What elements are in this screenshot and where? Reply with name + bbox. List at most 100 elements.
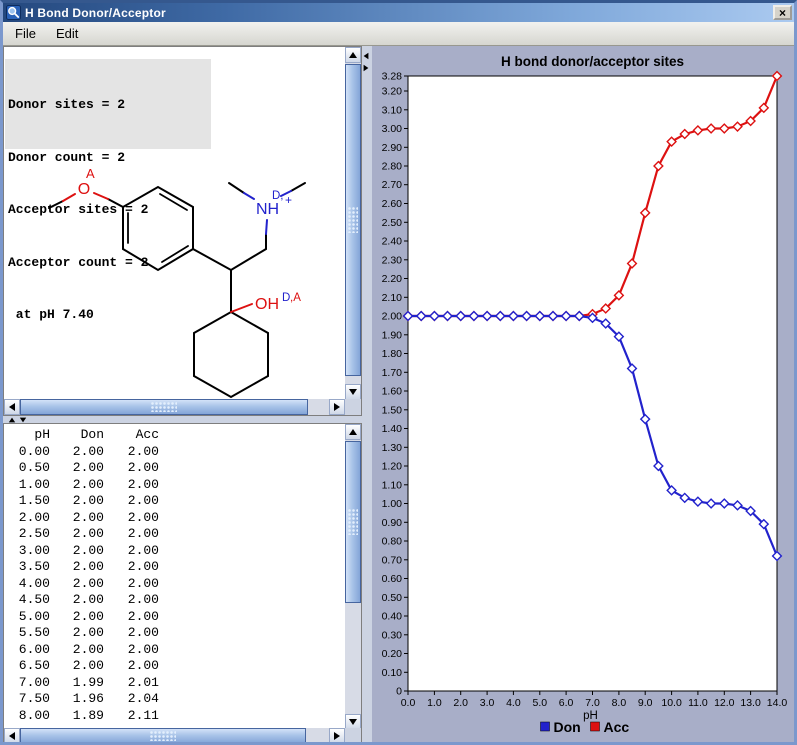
svg-text:11.0: 11.0 — [688, 697, 708, 709]
svg-text:Acc: Acc — [604, 719, 630, 735]
window-title: H Bond Donor/Acceptor — [25, 6, 773, 20]
svg-text:0.90: 0.90 — [382, 517, 403, 529]
hydroxyl-label: OH — [255, 296, 279, 313]
table-cell: 8.00 — [4, 708, 50, 725]
info-line-donor-count: Donor count = 2 — [8, 149, 211, 167]
svg-text:6.0: 6.0 — [559, 697, 574, 709]
svg-text:1.0: 1.0 — [427, 697, 442, 709]
thumb-grip — [348, 509, 358, 535]
split-collapse-up-arrow[interactable] — [9, 418, 15, 423]
table-row: 0.002.002.00 — [4, 444, 347, 461]
table-cell: 2.00 — [104, 526, 159, 543]
table-cell: 2.50 — [4, 526, 50, 543]
table-cell: 1.50 — [4, 493, 50, 510]
table-cell: 2.00 — [104, 493, 159, 510]
molecule-panel: A O NH D, + OH D ,A Donor sites = 2 Dono… — [3, 46, 362, 416]
split-collapse-right-arrow[interactable] — [364, 65, 369, 71]
table-row: 5.002.002.00 — [4, 609, 347, 626]
thumb-grip — [151, 402, 177, 412]
scrollbar-thumb[interactable] — [20, 399, 308, 415]
table-cell: 2.00 — [104, 642, 159, 659]
svg-text:2.30: 2.30 — [382, 254, 403, 266]
table-cell: 3.50 — [4, 559, 50, 576]
split-collapse-left-arrow[interactable] — [364, 53, 369, 59]
table-cell: 2.00 — [104, 444, 159, 461]
table-cell: 2.00 — [50, 559, 104, 576]
split-collapse-down-arrow[interactable] — [20, 418, 26, 423]
right-arrow-icon — [334, 732, 340, 740]
table-rows: 0.002.002.000.502.002.001.002.002.001.50… — [4, 444, 347, 725]
scroll-up-button[interactable] — [345, 47, 361, 63]
table-cell: 2.00 — [50, 576, 104, 593]
table-row: 4.502.002.00 — [4, 592, 347, 609]
svg-text:1.80: 1.80 — [382, 348, 403, 360]
svg-text:2.20: 2.20 — [382, 273, 403, 285]
info-line-acceptor-count: Acceptor count = 2 — [8, 254, 211, 272]
table-cell: 2.00 — [50, 510, 104, 527]
scroll-right-button[interactable] — [329, 399, 345, 415]
down-arrow-icon — [349, 719, 357, 725]
table-cell: 2.00 — [104, 559, 159, 576]
table-cell: 1.99 — [50, 675, 104, 692]
chart-svg: H bond donor/acceptor sites3.283.203.103… — [372, 46, 794, 745]
horizontal-split-divider[interactable] — [3, 416, 362, 423]
table-cell: 2.00 — [50, 526, 104, 543]
amine-label: NH — [256, 201, 279, 218]
close-button[interactable]: × — [773, 5, 792, 20]
scrollbar-thumb[interactable] — [345, 441, 361, 603]
table-cell: 7.00 — [4, 675, 50, 692]
table-row: 4.002.002.00 — [4, 576, 347, 593]
table-row: 2.502.002.00 — [4, 526, 347, 543]
info-line-donor-sites: Donor sites = 2 — [8, 96, 211, 114]
table-row: 1.002.002.00 — [4, 477, 347, 494]
table-row: 6.502.002.00 — [4, 658, 347, 675]
table-row: 6.002.002.00 — [4, 642, 347, 659]
table-cell: 2.00 — [104, 460, 159, 477]
table-row: 3.002.002.00 — [4, 543, 347, 560]
right-arrow-icon — [334, 403, 340, 411]
scroll-down-button[interactable] — [345, 384, 361, 400]
table-cell: 2.00 — [104, 609, 159, 626]
table-cell: 5.00 — [4, 609, 50, 626]
vertical-split-divider[interactable] — [362, 46, 372, 745]
svg-text:0.70: 0.70 — [382, 554, 403, 566]
left-arrow-icon — [9, 403, 15, 411]
chart-panel: H bond donor/acceptor sites3.283.203.103… — [372, 46, 794, 745]
scroll-up-button[interactable] — [345, 424, 361, 440]
svg-text:13.0: 13.0 — [740, 697, 761, 709]
scrollbar-corner — [345, 399, 361, 415]
scroll-left-button[interactable] — [4, 728, 20, 744]
scrollbar-thumb[interactable] — [345, 64, 361, 376]
svg-text:1.00: 1.00 — [382, 498, 403, 510]
table-cell: 1.00 — [4, 477, 50, 494]
table-row: 7.001.992.01 — [4, 675, 347, 692]
svg-text:0.30: 0.30 — [382, 629, 403, 641]
table-cell: 2.00 — [104, 576, 159, 593]
scroll-left-button[interactable] — [4, 399, 20, 415]
info-line-acceptor-sites: Acceptor sites = 2 — [8, 201, 211, 219]
main-content: A O NH D, + OH D ,A Donor sites = 2 Dono… — [3, 46, 794, 742]
svg-text:3.10: 3.10 — [382, 104, 403, 116]
svg-text:8.0: 8.0 — [612, 697, 627, 709]
table-cell: 2.00 — [4, 510, 50, 527]
up-arrow-icon — [349, 429, 357, 435]
svg-text:1.70: 1.70 — [382, 367, 403, 379]
col-header-don: Don — [50, 427, 104, 444]
amine-site-label: D, — [272, 190, 284, 202]
table-header: pH Don Acc — [4, 427, 347, 444]
table-cell: 4.00 — [4, 576, 50, 593]
table-cell: 2.01 — [104, 675, 159, 692]
table-row: 3.502.002.00 — [4, 559, 347, 576]
menu-file[interactable]: File — [7, 24, 44, 43]
table-row: 8.001.892.11 — [4, 708, 347, 725]
scroll-right-button[interactable] — [329, 728, 345, 744]
svg-text:0.60: 0.60 — [382, 573, 403, 585]
svg-text:0.80: 0.80 — [382, 536, 403, 548]
menu-edit[interactable]: Edit — [48, 24, 86, 43]
info-line-ph: at pH 7.40 — [8, 306, 211, 324]
scrollbar-thumb[interactable] — [20, 728, 306, 744]
svg-text:1.10: 1.10 — [382, 479, 403, 491]
table-cell: 1.89 — [50, 708, 104, 725]
table-cell: 2.04 — [104, 691, 159, 708]
svg-text:1.60: 1.60 — [382, 386, 403, 398]
